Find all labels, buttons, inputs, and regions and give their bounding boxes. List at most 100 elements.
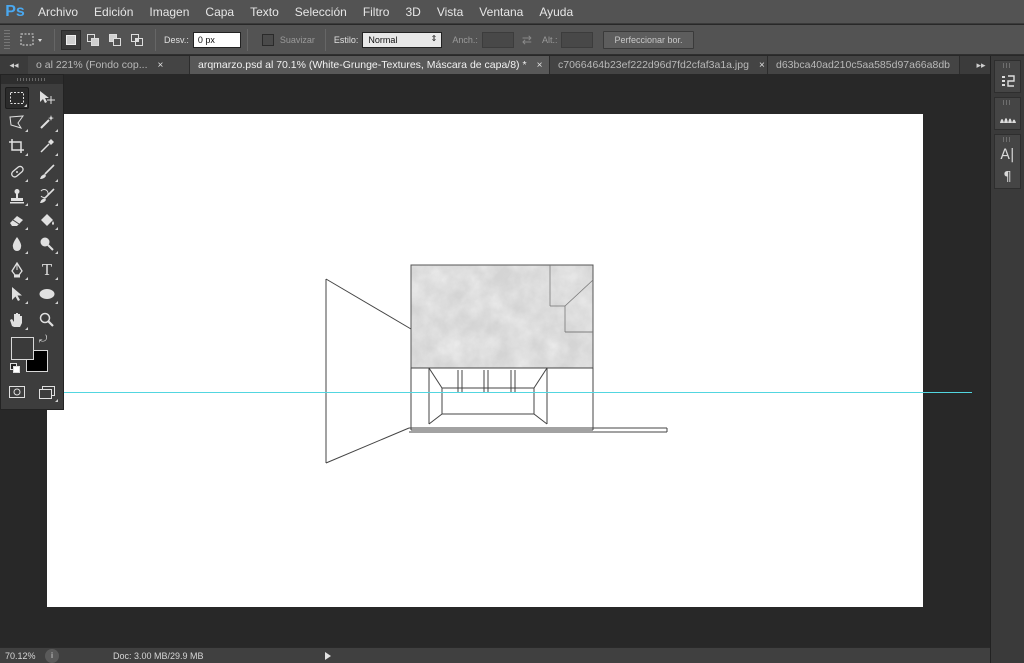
ellipse-tool[interactable] <box>35 283 59 305</box>
status-menu-arrow-icon[interactable] <box>325 651 331 660</box>
options-bar-grip[interactable] <box>4 29 10 50</box>
blur-tool[interactable] <box>5 233 29 255</box>
crop-tool[interactable] <box>5 135 29 157</box>
panel-dock: A| ¶ <box>990 56 1024 663</box>
info-icon[interactable]: i <box>45 648 59 663</box>
height-input[interactable] <box>561 31 594 48</box>
antialias-checkbox[interactable] <box>261 33 274 46</box>
zoom-level-field[interactable]: 70.12% <box>0 651 42 661</box>
zoom-tool[interactable] <box>35 309 59 331</box>
brushes-panel-icon[interactable] <box>995 107 1020 129</box>
subtract-from-selection-button[interactable] <box>105 30 125 50</box>
eraser-tool[interactable] <box>5 209 29 231</box>
default-colors-icon[interactable] <box>10 363 20 376</box>
document-tab-bar: ◂◂ o al 221% (Fondo cop... × arqmarzo.ps… <box>0 56 990 74</box>
screen-mode-button[interactable] <box>35 381 59 403</box>
document-canvas[interactable] <box>47 114 923 607</box>
eyedropper-tool[interactable] <box>35 135 59 157</box>
hand-tool[interactable] <box>5 309 29 331</box>
crop-icon <box>9 139 24 153</box>
dodge-tool[interactable] <box>35 233 59 255</box>
type-tool[interactable]: T <box>35 259 59 281</box>
photoshop-logo: Ps <box>5 2 25 20</box>
menu-vista[interactable]: Vista <box>429 0 471 24</box>
foreground-color-swatch[interactable] <box>11 337 34 360</box>
history-brush-icon <box>40 188 55 203</box>
menu-texto[interactable]: Texto <box>242 0 287 24</box>
document-tab[interactable]: o al 221% (Fondo cop... × <box>28 56 190 74</box>
brush-tool[interactable] <box>35 161 59 183</box>
separator <box>324 28 326 51</box>
history-brush-tool[interactable] <box>35 185 59 207</box>
style-select-value: Normal <box>368 34 398 45</box>
feather-input[interactable]: 0 px <box>192 31 241 48</box>
tab-close-icon[interactable]: × <box>158 60 164 71</box>
pen-tool[interactable] <box>5 259 29 281</box>
intersect-selection-button[interactable] <box>127 30 147 50</box>
menu-edicion[interactable]: Edición <box>86 0 141 24</box>
magic-wand-tool[interactable] <box>35 111 59 133</box>
swap-colors-icon[interactable]: ⤾ <box>39 334 47 345</box>
canvas-artwork <box>325 264 668 464</box>
magic-wand-icon <box>40 115 54 129</box>
tab-overflow-icon[interactable]: ▸▸ <box>972 56 990 74</box>
tab-label: d63bca40ad210c5aa585d97a66a8db <box>776 59 951 71</box>
move-icon <box>40 91 55 104</box>
path-selection-tool[interactable] <box>5 283 29 305</box>
history-panel-icon[interactable] <box>995 70 1020 92</box>
tab-label: o al 221% (Fondo cop... <box>36 59 148 71</box>
add-to-selection-button[interactable] <box>83 30 103 50</box>
menu-capa[interactable]: Capa <box>197 0 242 24</box>
blur-drop-icon <box>12 237 22 251</box>
move-tool[interactable] <box>35 87 59 109</box>
tool-preset-picker[interactable] <box>16 29 48 51</box>
menu-ventana[interactable]: Ventana <box>471 0 531 24</box>
document-tab[interactable]: c7066464b23ef222d96d7fd2cfaf3a1a.jpg × <box>550 56 768 74</box>
swap-dimensions-icon[interactable]: ⇄ <box>522 33 532 47</box>
menu-bar: Ps Archivo Edición Imagen Capa Texto Sel… <box>0 0 1024 24</box>
rectangular-marquee-icon <box>10 92 24 104</box>
screen-mode-icon <box>39 386 55 399</box>
ellipse-icon <box>39 289 55 299</box>
menu-archivo[interactable]: Archivo <box>30 0 86 24</box>
path-selection-icon <box>12 287 22 301</box>
tab-close-icon[interactable]: × <box>537 60 543 71</box>
tab-close-icon[interactable]: × <box>759 60 765 71</box>
bandage-icon <box>11 165 24 178</box>
options-bar: Desv.: 0 px Suavizar Estilo: Normal ⇕ An… <box>0 25 1024 55</box>
paint-bucket-tool[interactable] <box>35 209 59 231</box>
tab-label: arqmarzo.psd al 70.1% (White-Grunge-Text… <box>198 59 527 71</box>
stamp-icon <box>10 189 24 204</box>
menu-seleccion[interactable]: Selección <box>287 0 355 24</box>
subtract-selection-icon <box>109 33 121 46</box>
document-tab[interactable]: d63bca40ad210c5aa585d97a66a8db <box>768 56 960 74</box>
document-tab-active[interactable]: arqmarzo.psd al 70.1% (White-Grunge-Text… <box>190 56 550 74</box>
style-select[interactable]: Normal ⇕ <box>362 31 443 48</box>
status-bar: 70.12% i Doc: 3.00 MB/29.9 MB <box>0 647 990 663</box>
menu-ayuda[interactable]: Ayuda <box>531 0 581 24</box>
menu-filtro[interactable]: Filtro <box>355 0 398 24</box>
new-selection-button[interactable] <box>61 29 81 50</box>
width-input[interactable] <box>481 31 514 48</box>
menu-3d[interactable]: 3D <box>397 0 428 24</box>
horizontal-guide[interactable] <box>0 392 972 393</box>
character-panel-icon[interactable]: A| <box>995 144 1020 166</box>
feather-label: Desv.: <box>164 34 189 45</box>
polygonal-lasso-tool[interactable] <box>5 111 29 133</box>
clone-stamp-tool[interactable] <box>5 185 29 207</box>
quick-mask-button[interactable] <box>5 381 29 403</box>
refine-edge-button[interactable]: Perfeccionar bor. <box>603 30 694 49</box>
workspace <box>0 74 990 647</box>
history-panel-group <box>994 60 1021 93</box>
add-selection-icon <box>87 33 99 46</box>
spot-healing-tool[interactable] <box>5 161 29 183</box>
marquee-preset-icon <box>20 33 42 45</box>
menu-imagen[interactable]: Imagen <box>141 0 197 24</box>
hand-icon <box>10 313 22 327</box>
paragraph-panel-icon[interactable]: ¶ <box>995 166 1020 188</box>
tools-panel-header[interactable] <box>1 75 63 84</box>
rectangular-marquee-tool[interactable] <box>5 87 29 109</box>
pen-icon <box>11 262 23 278</box>
collapse-tabs-icon[interactable]: ◂◂ <box>0 56 28 74</box>
eraser-icon <box>10 216 23 226</box>
